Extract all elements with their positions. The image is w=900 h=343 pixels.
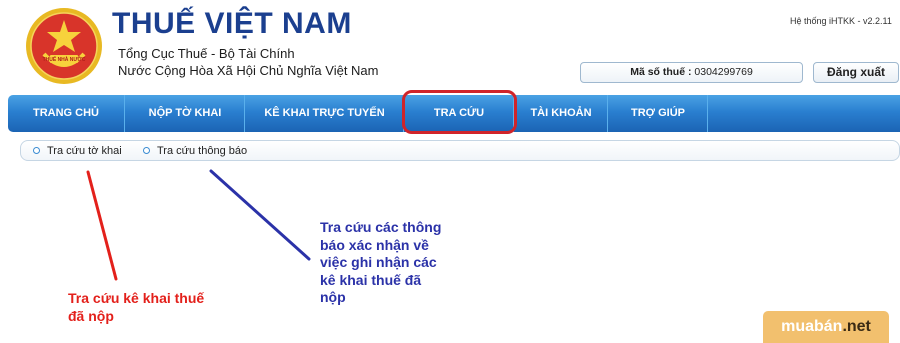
- watermark-part-1: muabán: [781, 318, 843, 335]
- blue-annotation-line: [209, 169, 311, 261]
- red-annotation-line: [86, 170, 118, 281]
- watermark-part-2: .net: [842, 318, 871, 335]
- annotation-lookup-declarations: Tra cứu kê khai thuế đã nộp: [68, 290, 205, 324]
- watermark-logo: muabán.net: [763, 311, 889, 343]
- annotation-lookup-notices: Tra cứu các thông báo xác nhận về việc g…: [320, 219, 442, 305]
